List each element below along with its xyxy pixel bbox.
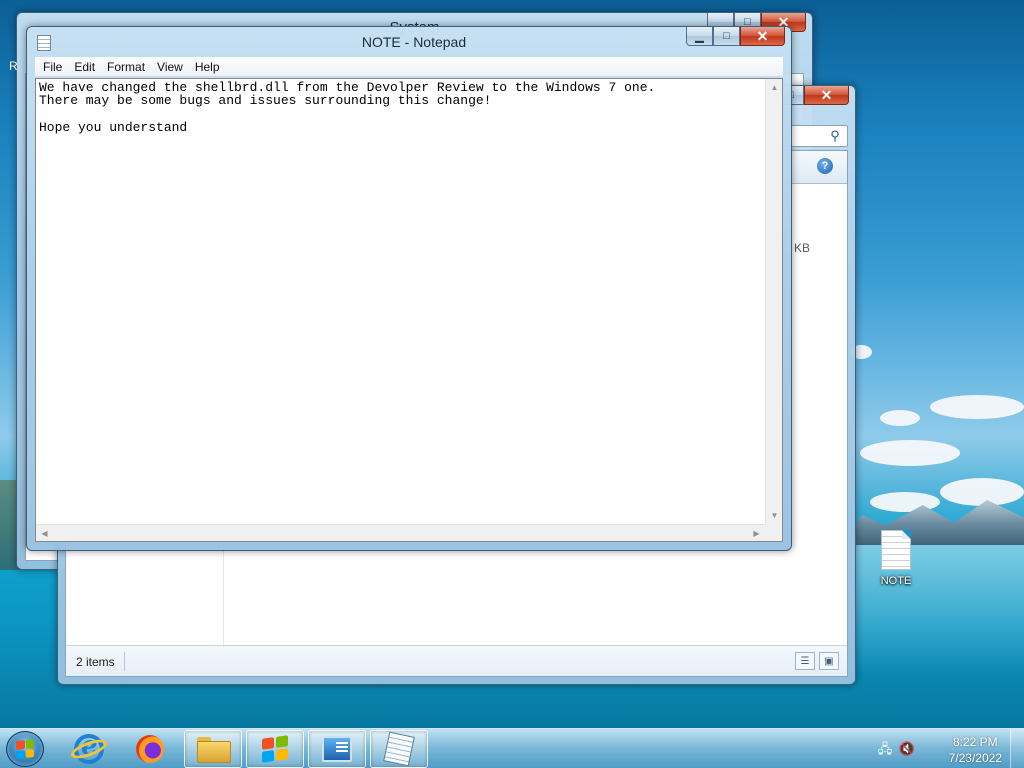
windows-flag-icon [16, 739, 34, 759]
system-window-edge-text: R [9, 59, 18, 73]
desktop-icon-label: NOTE [880, 575, 912, 587]
windows-logo-icon [262, 735, 288, 763]
menu-view[interactable]: View [151, 57, 189, 77]
taskbar-firefox[interactable] [121, 730, 179, 768]
taskbar-windows-logo[interactable] [246, 730, 304, 768]
notepad-window[interactable]: NOTE - Notepad ▁ □ ✕ File Edit Format Vi… [26, 26, 792, 551]
details-view-icon[interactable]: ☰ [795, 652, 815, 670]
scroll-up-icon[interactable]: ▲ [766, 79, 783, 96]
vertical-scrollbar[interactable]: ▲ ▼ [765, 79, 782, 524]
clock-time: 8:22 PM [952, 735, 998, 749]
menu-format[interactable]: Format [101, 57, 151, 77]
taskbar: 🖧 🔇 8:22 PM 7/23/2022 [0, 728, 1024, 768]
folder-icon [197, 737, 231, 763]
cloud [930, 395, 1024, 419]
close-button[interactable]: ✕ [804, 86, 849, 105]
text-editor[interactable]: We have changed the shellbrd.dll from th… [35, 78, 783, 542]
volume-muted-icon[interactable]: 🔇 [898, 741, 916, 757]
menu-file[interactable]: File [37, 57, 68, 77]
notepad-icon [383, 731, 415, 767]
status-bar: 2 items ☰ ▣ [66, 645, 847, 676]
show-desktop-button[interactable] [1010, 729, 1024, 768]
close-button[interactable]: ✕ [740, 27, 785, 46]
desktop: System R ▁ □ ✕ ▁ □ ✕ ⚲ ? KB 2 items ☰ [0, 0, 1024, 728]
menu-help[interactable]: Help [189, 57, 226, 77]
search-icon[interactable]: ⚲ [827, 128, 843, 144]
status-item-count: 2 items [76, 655, 115, 669]
taskbar-notepad[interactable] [370, 730, 428, 768]
system-tray: 🖧 🔇 8:22 PM 7/23/2022 [874, 729, 1024, 768]
scroll-corner [765, 524, 782, 541]
horizontal-scrollbar[interactable]: ◀ ▶ [36, 524, 765, 541]
large-icons-view-icon[interactable]: ▣ [819, 652, 839, 670]
menu-bar: File Edit Format View Help [35, 57, 783, 77]
text-document-icon [881, 530, 911, 570]
clock-date: 7/23/2022 [948, 751, 1002, 765]
clock[interactable]: 8:22 PM 7/23/2022 [949, 734, 1002, 766]
cloud [860, 440, 960, 466]
notepad-caption-buttons: ▁ □ ✕ [686, 27, 785, 46]
minimize-button[interactable]: ▁ [686, 27, 713, 46]
taskbar-windows-explorer[interactable] [184, 730, 242, 768]
network-icon[interactable]: 🖧 [876, 741, 894, 757]
search-input[interactable]: ⚲ [788, 125, 848, 147]
start-button[interactable] [6, 731, 44, 767]
editor-text[interactable]: We have changed the shellbrd.dll from th… [38, 81, 764, 523]
desktop-icon-note[interactable]: NOTE [866, 530, 926, 587]
system-properties-icon [322, 736, 352, 762]
file-size: KB [794, 241, 811, 255]
firefox-icon [136, 735, 164, 763]
maximize-button[interactable]: □ [713, 27, 740, 46]
cloud [940, 478, 1024, 506]
menu-edit[interactable]: Edit [68, 57, 101, 77]
notepad-title: NOTE - Notepad [361, 34, 467, 50]
taskbar-internet-explorer[interactable] [60, 730, 118, 768]
status-separator [124, 652, 125, 671]
taskbar-system-properties[interactable] [308, 730, 366, 768]
scroll-down-icon[interactable]: ▼ [766, 507, 783, 524]
cloud [880, 410, 920, 426]
scroll-right-icon[interactable]: ▶ [748, 525, 765, 542]
scroll-left-icon[interactable]: ◀ [36, 525, 53, 542]
help-icon[interactable]: ? [817, 158, 833, 174]
